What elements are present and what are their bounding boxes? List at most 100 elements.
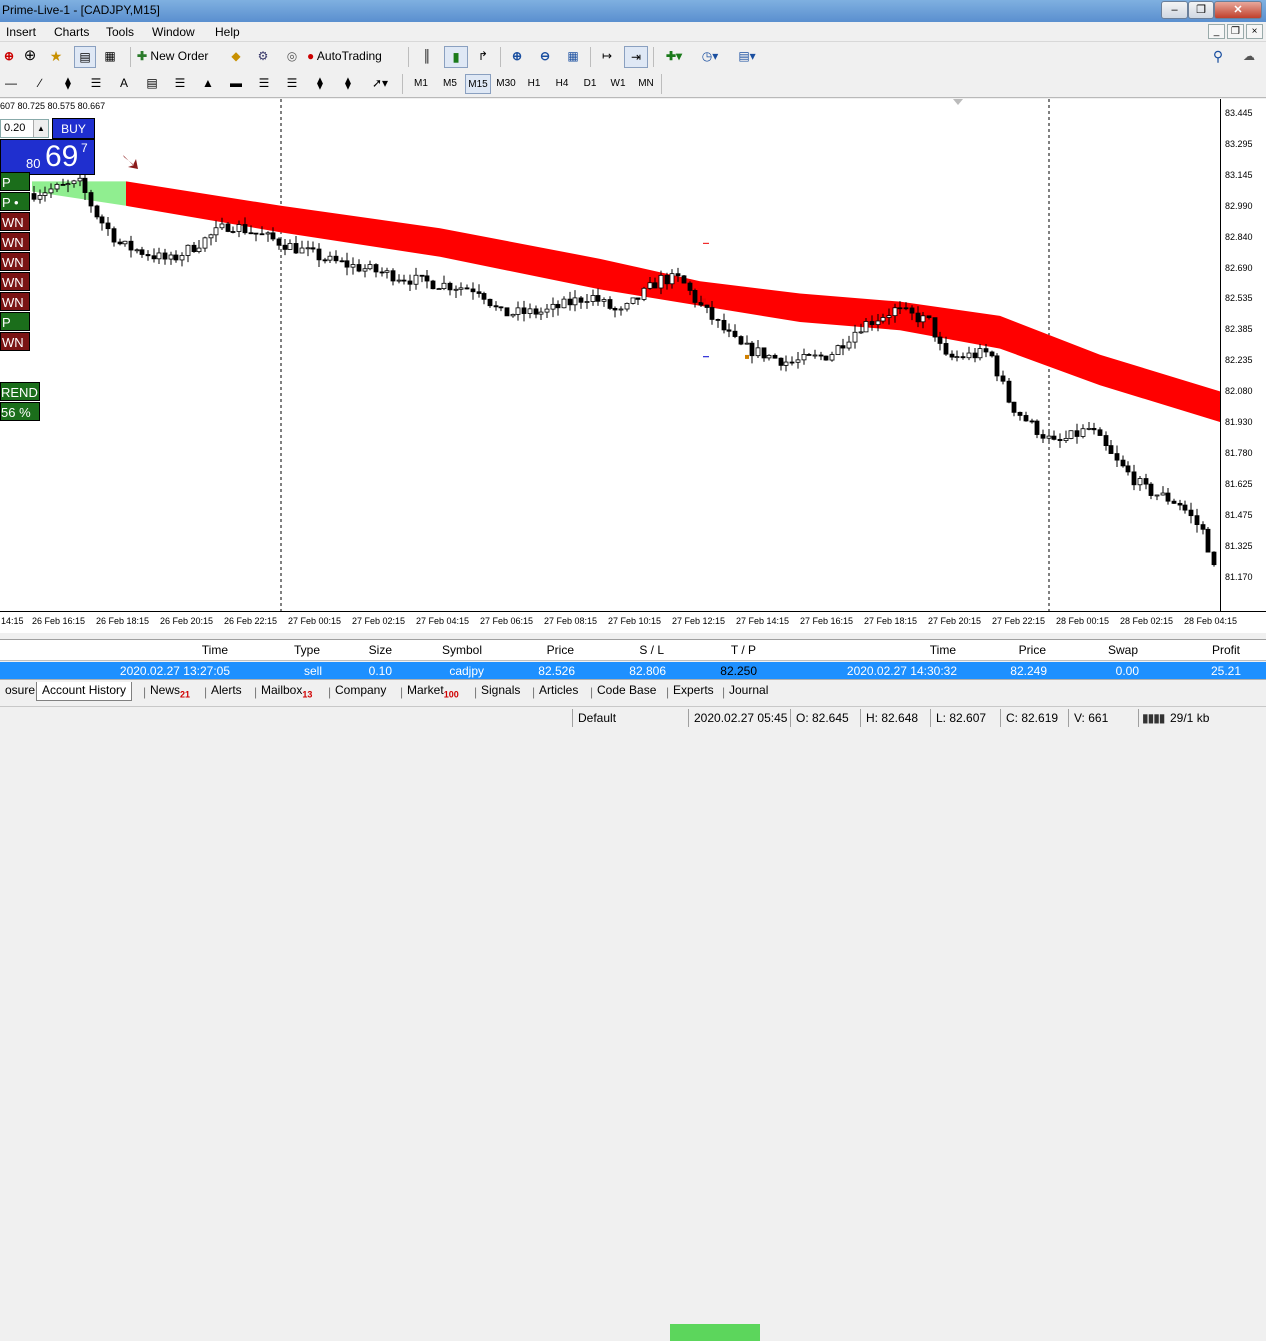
candle-body: [880, 317, 886, 322]
buy-button[interactable]: BUY: [52, 118, 95, 139]
new-order-button[interactable]: ✚ New Order: [137, 46, 219, 68]
minimize-button[interactable]: –: [1161, 1, 1188, 19]
triangle-icon[interactable]: ▲: [198, 73, 218, 95]
fibo-fan-icon[interactable]: ☰: [254, 73, 274, 95]
chart-shift-icon[interactable]: ⇥: [624, 46, 648, 68]
candle-body: [362, 268, 368, 272]
strategy-tester-icon[interactable]: ⚙: [253, 46, 273, 68]
close-chart-icon[interactable]: ⊕: [4, 46, 14, 68]
tab-osure[interactable]: osure: [0, 682, 40, 701]
tab-news[interactable]: News21 |: [143, 682, 195, 701]
timeframe-d1[interactable]: D1: [577, 74, 603, 94]
timeframe-m5[interactable]: M5: [437, 74, 463, 94]
timeframe-mn[interactable]: MN: [633, 74, 659, 94]
col-size[interactable]: Size: [342, 643, 392, 657]
mdi-restore-icon[interactable]: ❐: [1227, 24, 1244, 39]
tab-articles[interactable]: Articles |: [532, 682, 583, 701]
candle-body: [77, 177, 83, 182]
candle-body: [48, 188, 54, 194]
templates-icon[interactable]: ▤▾: [731, 46, 763, 68]
zoom-in-icon[interactable]: ⊕: [506, 46, 528, 68]
auto-trading-button[interactable]: ● AutoTrading: [307, 46, 401, 68]
periods-icon[interactable]: ◷▾: [695, 46, 725, 68]
col-profit[interactable]: Profit: [1180, 643, 1240, 657]
table-row[interactable]: 2020.02.27 13:27:05 sell 0.10 cadjpy 82.…: [0, 662, 1266, 1341]
mdi-close-icon[interactable]: ×: [1246, 24, 1263, 39]
menu-help[interactable]: Help: [215, 25, 240, 39]
col-tp[interactable]: T / P: [696, 643, 756, 657]
timeframe-w1[interactable]: W1: [605, 74, 631, 94]
tab-journal[interactable]: Journal |: [722, 682, 773, 701]
metaeditor-icon[interactable]: ◆: [226, 46, 246, 68]
col-time[interactable]: Time: [180, 643, 228, 657]
zoom-out-icon[interactable]: ⊖: [534, 46, 556, 68]
fibo-expansion-icon[interactable]: ☰: [282, 73, 302, 95]
fibonacci-icon[interactable]: ☰: [86, 73, 106, 95]
close-button[interactable]: ✕: [1214, 1, 1262, 19]
tab-alerts[interactable]: Alerts |: [204, 682, 247, 701]
col-price[interactable]: Price: [514, 643, 574, 657]
col-swap[interactable]: Swap: [1078, 643, 1138, 657]
bar-chart-icon[interactable]: ║: [416, 46, 438, 68]
candle-body: [715, 319, 721, 321]
tab-label: Market: [407, 683, 444, 697]
ask-price-panel[interactable]: 80 69 7: [0, 139, 95, 175]
tab-code-base[interactable]: Code Base |: [590, 682, 661, 701]
autoscroll-icon[interactable]: ↦: [596, 46, 618, 68]
navigator-icon[interactable]: ▦: [100, 46, 120, 68]
maximize-button[interactable]: ❐: [1188, 1, 1214, 19]
candle-body: [1074, 430, 1080, 437]
favorites-icon[interactable]: ★: [46, 46, 66, 68]
price-chart[interactable]: [0, 99, 1220, 611]
signals-icon[interactable]: ◎: [282, 46, 302, 68]
andrews-pitchfork-icon[interactable]: ☰: [170, 73, 190, 95]
rectangle-icon[interactable]: ▬: [226, 73, 246, 95]
timeframe-h1[interactable]: H1: [521, 74, 547, 94]
text-tool-icon[interactable]: A: [114, 73, 134, 95]
market-watch-icon[interactable]: ▤: [74, 46, 96, 68]
tab-signals[interactable]: Signals |: [474, 682, 525, 701]
cell-profit: 25.21: [1210, 664, 1241, 678]
tab-experts[interactable]: Experts |: [666, 682, 719, 701]
timeframe-m15[interactable]: M15: [465, 74, 491, 94]
col-close-price[interactable]: Price: [986, 643, 1046, 657]
lot-spinner-icon[interactable]: ▲: [33, 120, 48, 137]
chat-icon[interactable]: ☁: [1236, 46, 1262, 68]
col-sl[interactable]: S / L: [604, 643, 664, 657]
timeframe-m30[interactable]: M30: [493, 74, 519, 94]
menu-window[interactable]: Window: [152, 25, 195, 39]
col-symbol[interactable]: Symbol: [420, 643, 482, 657]
menu-insert[interactable]: Insert: [6, 25, 36, 39]
search-icon[interactable]: ⚲: [1207, 46, 1229, 68]
candle-body: [1011, 401, 1017, 413]
candle-body: [903, 307, 909, 310]
regression-channel-icon[interactable]: ⧫: [310, 73, 330, 95]
tab-account-history[interactable]: Account History: [36, 682, 133, 701]
timeframe-h4[interactable]: H4: [549, 74, 575, 94]
lot-size-input[interactable]: 0.20 ▲: [0, 119, 49, 138]
candlestick-chart-icon[interactable]: ▮: [444, 46, 468, 68]
arrows-dropdown-icon[interactable]: ➚▾: [366, 73, 394, 95]
crosshair-icon[interactable]: ⊕: [20, 46, 40, 68]
text-label-icon[interactable]: ▤: [142, 73, 162, 95]
equidistant-channel-icon[interactable]: ⧫: [58, 73, 78, 95]
indicators-icon[interactable]: ✚▾: [659, 46, 689, 68]
time-tick-label: 27 Feb 12:15: [672, 616, 726, 626]
tab-mailbox[interactable]: Mailbox13 |: [254, 682, 317, 701]
status-profile[interactable]: Default: [578, 711, 616, 725]
menu-tools[interactable]: Tools: [106, 25, 134, 39]
cell-tp: 82.250: [720, 664, 757, 678]
trendline-icon[interactable]: ∕: [30, 73, 50, 95]
timeframe-m1[interactable]: M1: [408, 74, 434, 94]
candle-body: [937, 336, 943, 344]
horizontal-line-icon[interactable]: —: [4, 73, 18, 95]
col-type[interactable]: Type: [262, 643, 320, 657]
mdi-minimize-icon[interactable]: _: [1208, 24, 1225, 39]
line-chart-icon[interactable]: ↱: [472, 46, 494, 68]
col-close-time[interactable]: Time: [900, 643, 956, 657]
fibo-channel-icon[interactable]: ⧫: [338, 73, 358, 95]
tab-company[interactable]: Company |: [328, 682, 391, 701]
tab-market[interactable]: Market100 |: [400, 682, 464, 701]
menu-charts[interactable]: Charts: [54, 25, 89, 39]
tile-windows-icon[interactable]: ▦: [562, 46, 584, 68]
